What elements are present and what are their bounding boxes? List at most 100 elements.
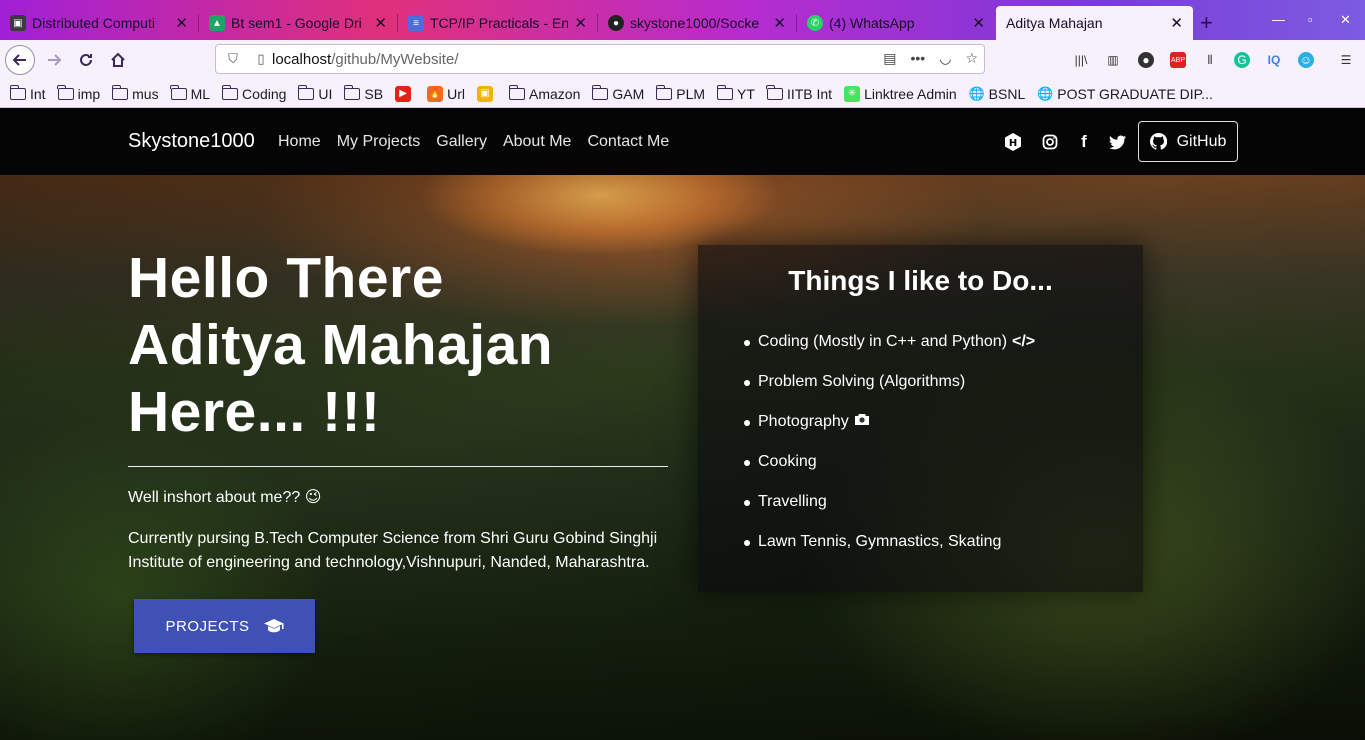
bookmark-item[interactable]: ▣ (477, 85, 497, 102)
bookmark-item[interactable]: Int (9, 84, 46, 102)
bookmark-item[interactable]: Coding (221, 84, 286, 102)
forward-button[interactable] (40, 46, 68, 74)
minimize-icon[interactable]: — (1272, 12, 1285, 27)
fire-icon: 🔥 (427, 85, 444, 102)
bookmark-item[interactable]: SB (343, 84, 383, 102)
iq-extension-icon[interactable]: IQ (1266, 52, 1282, 68)
tab-whatsapp[interactable]: ✆ (4) WhatsApp ✕ (797, 8, 995, 38)
url-path: /github/MyWebsite/ (331, 50, 459, 68)
adblock-icon[interactable]: ABP (1170, 52, 1186, 68)
tab-github-socket[interactable]: ● skystone1000/Socke ✕ (598, 8, 796, 38)
folder-icon (716, 84, 734, 100)
home-button[interactable] (104, 46, 132, 74)
tab-distributed-computing[interactable]: ▣ Distributed Computi ✕ (0, 8, 198, 38)
bookmark-item[interactable]: ✳ Linktree Admin (844, 85, 957, 102)
github-button[interactable]: GitHub (1138, 121, 1238, 162)
bookmark-item[interactable]: 🌐 BSNL (969, 86, 1026, 102)
close-icon[interactable]: ✕ (374, 14, 387, 32)
bookmark-item[interactable]: IITB Int (766, 84, 832, 102)
url-host: localhost (272, 50, 332, 68)
list-item-label: Lawn Tennis, Gymnastics, Skating (758, 533, 1002, 550)
extension-bars-icon[interactable]: ⦀ (1202, 52, 1218, 68)
bookmark-item[interactable]: ▶ (395, 85, 415, 102)
more-actions-icon[interactable]: ••• (911, 50, 926, 67)
tab-tcp-ip-practicals[interactable]: ≡ TCP/IP Practicals - En ✕ (398, 8, 597, 38)
github-icon (1149, 133, 1167, 150)
tab-title: Aditya Mahajan (1006, 15, 1103, 31)
bookmarks-bar: Int imp mus ML Coding UI SB ▶ 🔥 Url ▣ Amazon GAM PLM Y… (0, 80, 1365, 108)
list-item: Lawn Tennis, Gymnastics, Skating (744, 533, 1035, 573)
new-tab-button[interactable]: + (1200, 10, 1213, 36)
extension-icon[interactable]: ● (1138, 52, 1154, 68)
folder-icon (9, 84, 26, 100)
tab-google-drive[interactable]: ▲ Bt sem1 - Google Dri ✕ (199, 8, 397, 38)
pocket-icon[interactable]: ◡ (939, 50, 951, 67)
facebook-icon[interactable]: f (1074, 132, 1094, 152)
menu-my-projects[interactable]: My Projects (337, 133, 421, 151)
tab-title: Bt sem1 - Google Dri (231, 15, 362, 31)
bookmark-label: BSNL (988, 85, 1026, 102)
things-i-like-card: Things I like to Do... Coding (Mostly in… (698, 245, 1143, 592)
address-bar[interactable]: ⛉ ▯ localhost /github/MyWebsite/ ▤ ••• ◡… (215, 44, 985, 74)
menu-contact-me[interactable]: Contact Me (587, 133, 669, 151)
menu-icon[interactable]: ☰ (1338, 52, 1354, 68)
reload-icon (80, 54, 92, 66)
site-navbar: Skystone1000 Home My Projects Gallery Ab… (0, 108, 1365, 175)
card-title: Things I like to Do... (788, 265, 1053, 296)
grammarly-icon[interactable]: G (1234, 52, 1250, 68)
library-icon[interactable]: |||\ (1073, 52, 1089, 68)
close-icon[interactable]: ✕ (972, 14, 985, 32)
bookmark-label: imp (77, 85, 101, 102)
close-icon[interactable]: ✕ (574, 14, 587, 32)
bookmark-item[interactable]: imp (57, 84, 101, 102)
bookmark-item[interactable]: Amazon (508, 84, 580, 102)
site-brand[interactable]: Skystone1000 (128, 130, 255, 153)
camera-icon (854, 413, 870, 431)
extension-face-icon[interactable]: ☺ (1298, 52, 1314, 68)
close-icon[interactable]: ✕ (175, 14, 188, 32)
bookmark-star-icon[interactable]: ☆ (965, 50, 978, 67)
tab-aditya-mahajan[interactable]: Aditya Mahajan ✕ (996, 6, 1193, 40)
linktree-icon: ✳ (844, 85, 861, 102)
address-bar-actions: ▤ ••• ◡ ☆ (883, 50, 978, 67)
svg-text:H: H (1009, 138, 1017, 149)
folder-icon (170, 84, 187, 100)
bookmark-item[interactable]: GAM (591, 84, 644, 102)
back-button[interactable] (5, 45, 35, 75)
close-icon[interactable]: ✕ (1170, 14, 1183, 32)
hero-title-line: Hello There (128, 246, 444, 310)
youtube-icon: ▶ (395, 85, 412, 102)
menu-about-me[interactable]: About Me (503, 133, 571, 151)
bookmark-item[interactable]: mus (111, 84, 159, 102)
folder-icon (591, 84, 609, 100)
maximize-icon[interactable]: ▫ (1308, 12, 1313, 27)
bookmark-item[interactable]: 🌐 POST GRADUATE DIP... (1037, 86, 1213, 102)
bookmark-item[interactable]: PLM (655, 84, 705, 102)
hobbies-list: Coding (Mostly in C++ and Python) </> Pr… (744, 333, 1035, 573)
hackerrank-icon[interactable]: H (1003, 132, 1023, 152)
close-icon[interactable]: ✕ (773, 14, 786, 32)
list-item: Coding (Mostly in C++ and Python) </> (744, 333, 1035, 373)
projects-button-label: PROJECTS (165, 617, 250, 635)
close-window-icon[interactable]: ✕ (1340, 12, 1351, 28)
bookmark-item[interactable]: ML (170, 84, 211, 102)
reload-button[interactable] (72, 46, 100, 74)
menu-home[interactable]: Home (278, 133, 321, 151)
bookmark-item[interactable]: UI (297, 84, 332, 102)
reader-view-icon[interactable]: ▤ (883, 50, 896, 67)
shield-icon: ⛉ (228, 51, 238, 66)
classroom-icon: ▣ (10, 15, 26, 31)
menu-gallery[interactable]: Gallery (436, 133, 487, 151)
twitter-icon[interactable] (1108, 132, 1128, 152)
bookmark-item[interactable]: YT (716, 84, 755, 102)
sidebar-icon[interactable]: ▥ (1105, 52, 1121, 68)
bookmark-label: YT (737, 85, 755, 102)
instagram-icon[interactable] (1040, 132, 1060, 152)
list-item: Problem Solving (Algorithms) (744, 373, 1035, 413)
bookmark-label: ML (190, 85, 211, 102)
bookmark-item[interactable]: 🔥 Url (427, 85, 465, 102)
google-drive-icon: ▲ (209, 15, 225, 31)
projects-button[interactable]: PROJECTS (134, 599, 315, 653)
globe-icon: 🌐 (1037, 85, 1054, 101)
hero-section: Hello There Aditya Mahajan Here... !!! W… (0, 175, 1365, 740)
